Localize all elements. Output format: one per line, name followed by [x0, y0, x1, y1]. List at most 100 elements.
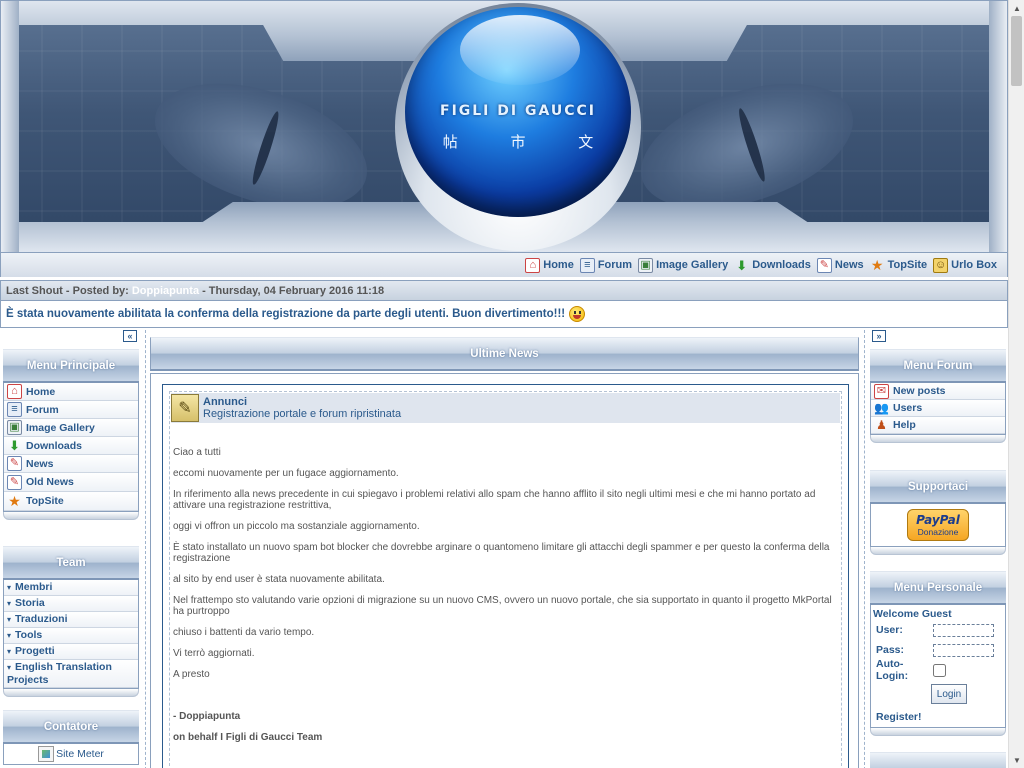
ultime-news-title: Ultime News: [150, 337, 859, 371]
forum-item-users[interactable]: 👥 Users: [871, 400, 1005, 417]
team-item-label: Storia: [15, 597, 45, 609]
topnav-home-label: Home: [543, 259, 574, 271]
menu-principale-list: ⌂ Home ≡ Forum ▣ Image Gallery ⬇ Downloa…: [3, 383, 139, 512]
site-meter[interactable]: Site Meter: [4, 744, 138, 764]
collapse-left-button[interactable]: «: [123, 330, 137, 342]
team-item-tools[interactable]: ▾ Tools: [4, 628, 138, 644]
sidebar-item-news[interactable]: ✎ News: [4, 455, 138, 473]
last-shout-prefix: Last Shout - Posted by:: [6, 284, 129, 297]
topnav-gallery-label: Image Gallery: [656, 259, 729, 271]
sidebar-item-downloads[interactable]: ⬇ Downloads: [4, 437, 138, 455]
sidebar-item-topsite[interactable]: ★ TopSite: [4, 492, 138, 511]
team-item-progetti[interactable]: ▾ Progetti: [4, 644, 138, 660]
menu-forum-footer: [870, 435, 1006, 443]
team-list: ▾ Membri ▾ Storia ▾ Traduzioni ▾ Tools ▾ Prog…: [3, 580, 139, 689]
topsite-icon: ★: [870, 257, 884, 273]
autologin-checkbox[interactable]: [933, 663, 946, 677]
sidebar-item-label: Downloads: [26, 439, 83, 452]
supportaci-title: Supportaci: [870, 470, 1006, 504]
topnav-urlobox[interactable]: ☺ Urlo Box: [933, 257, 997, 273]
username-field[interactable]: [933, 623, 994, 637]
home-icon: ⌂: [7, 384, 22, 399]
site-logo[interactable]: FIGLI DI GAUCCI 帖 市 文: [405, 7, 631, 217]
news-category[interactable]: Annunci: [203, 396, 401, 408]
news-paragraph: In riferimento alla news precedente in c…: [173, 489, 816, 511]
team-footer: [3, 689, 139, 697]
logo-shine: [460, 15, 580, 85]
logo-kanji: 帖 市 文: [442, 133, 618, 151]
sidebar-item-home[interactable]: ⌂ Home: [4, 383, 138, 401]
paypal-donate-label: Donazione: [917, 527, 959, 537]
chevron-down-icon: ▾: [7, 615, 12, 624]
topnav-home[interactable]: ⌂ Home: [525, 257, 574, 273]
team-item-label: Traduzioni: [15, 613, 68, 625]
news-paragraph: oggi vi offron un piccolo ma sostanziale…: [173, 521, 420, 532]
sidebar-item-label: News: [26, 457, 54, 470]
news-paragraph: al sito by end user è stata nuovamente a…: [173, 574, 385, 585]
collapse-right-button[interactable]: »: [872, 330, 886, 342]
last-shout-poster[interactable]: Doppiapunta: [132, 285, 199, 297]
forum-item-new-posts[interactable]: ✉ New posts: [871, 383, 1005, 400]
sidebar-item-forum[interactable]: ≡ Forum: [4, 401, 138, 419]
last-shout-date: - Thursday, 04 February 2016 11:18: [202, 284, 385, 297]
news-signature: - Doppiapunta: [173, 711, 241, 722]
users-icon: 👥: [874, 401, 889, 415]
paypal-logo: PayPal: [916, 513, 960, 527]
chevron-down-icon: ▾: [7, 631, 12, 640]
login-button[interactable]: Login: [931, 684, 967, 704]
user-row: User:: [871, 620, 1005, 640]
new-posts-icon: ✉: [874, 383, 889, 399]
menu-personale-footer: [870, 728, 1006, 736]
chevron-down-icon: ▾: [7, 583, 12, 592]
topnav-news-label: News: [834, 259, 864, 271]
team-item-storia[interactable]: ▾ Storia: [4, 596, 138, 612]
news-paragraph: Nel frattempo sto valutando varie opzion…: [173, 595, 832, 617]
news-article-header: ✎ Annunci Registrazione portale e forum …: [171, 393, 840, 423]
paypal-donate-button[interactable]: PayPal Donazione: [907, 509, 969, 541]
sidebar-item-old-news[interactable]: ✎ Old News: [4, 473, 138, 492]
gallery-icon: ▣: [7, 420, 22, 435]
team-item-english-translation[interactable]: ▾ English Translation Projects: [4, 660, 138, 688]
news-article-body: Ciao a tutti eccomi nuovamente per un fu…: [173, 447, 833, 753]
news-headline[interactable]: Registrazione portale e forum ripristina…: [203, 408, 401, 420]
team-item-traduzioni[interactable]: ▾ Traduzioni: [4, 612, 138, 628]
forum-icon: ≡: [7, 402, 22, 417]
topnav-urlobox-label: Urlo Box: [951, 259, 997, 271]
user-label: User:: [876, 624, 903, 636]
contatore-body: Site Meter: [3, 744, 139, 765]
last-shout-header: Last Shout - Posted by: Doppiapunta - Th…: [0, 280, 1008, 301]
autologin-label: Auto-Login:: [876, 658, 909, 682]
scrollbar-thumb[interactable]: [1011, 16, 1022, 86]
menu-forum-title: Menu Forum: [870, 349, 1006, 383]
menu-forum-list: ✉ New posts 👥 Users ♟ Help: [870, 383, 1006, 435]
topnav-topsite[interactable]: ★ TopSite: [870, 257, 927, 273]
forum-item-help[interactable]: ♟ Help: [871, 417, 1005, 434]
topnav-downloads[interactable]: ⬇ Downloads: [734, 258, 811, 273]
announcement-icon: ✎: [171, 394, 199, 422]
password-field[interactable]: [933, 643, 994, 657]
scroll-down-icon[interactable]: ▼: [1009, 752, 1024, 768]
help-icon: ♟: [876, 418, 887, 432]
logo-text: FIGLI DI GAUCCI: [440, 103, 596, 119]
topnav-gallery[interactable]: ▣ Image Gallery: [638, 257, 729, 273]
vertical-scrollbar[interactable]: ▲ ▼: [1008, 0, 1024, 768]
last-shout-text: È stata nuovamente abilitata la conferma…: [6, 308, 566, 320]
team-item-membri[interactable]: ▾ Membri: [4, 580, 138, 596]
downloads-icon: ⬇: [736, 257, 748, 273]
sidebar-item-label: TopSite: [26, 495, 64, 507]
chevron-down-icon: ▾: [7, 663, 12, 672]
news-signature-team: on behalf I Figli di Gaucci Team: [173, 732, 323, 743]
menu-principale-block: Menu Principale ⌂ Home ≡ Forum ▣ Image G…: [3, 349, 139, 520]
register-link[interactable]: Register!: [871, 704, 1005, 727]
sidebar-item-image-gallery[interactable]: ▣ Image Gallery: [4, 419, 138, 437]
top-nav: ⌂ Home ≡ Forum ▣ Image Gallery ⬇ Downloa…: [0, 253, 1008, 277]
sidebar-item-label: Home: [26, 385, 56, 398]
forum-item-label: Users: [893, 402, 923, 414]
news-icon: ✎: [816, 257, 832, 273]
topnav-forum[interactable]: ≡ Forum: [579, 257, 632, 273]
menu-personale-block: Menu Personale Welcome Guest User: Pass:…: [870, 571, 1006, 736]
scroll-up-icon[interactable]: ▲: [1009, 0, 1024, 16]
topnav-news[interactable]: ✎ News: [816, 257, 864, 273]
autologin-row: Auto-Login:: [871, 658, 1005, 682]
banner-side-left: [1, 1, 19, 252]
